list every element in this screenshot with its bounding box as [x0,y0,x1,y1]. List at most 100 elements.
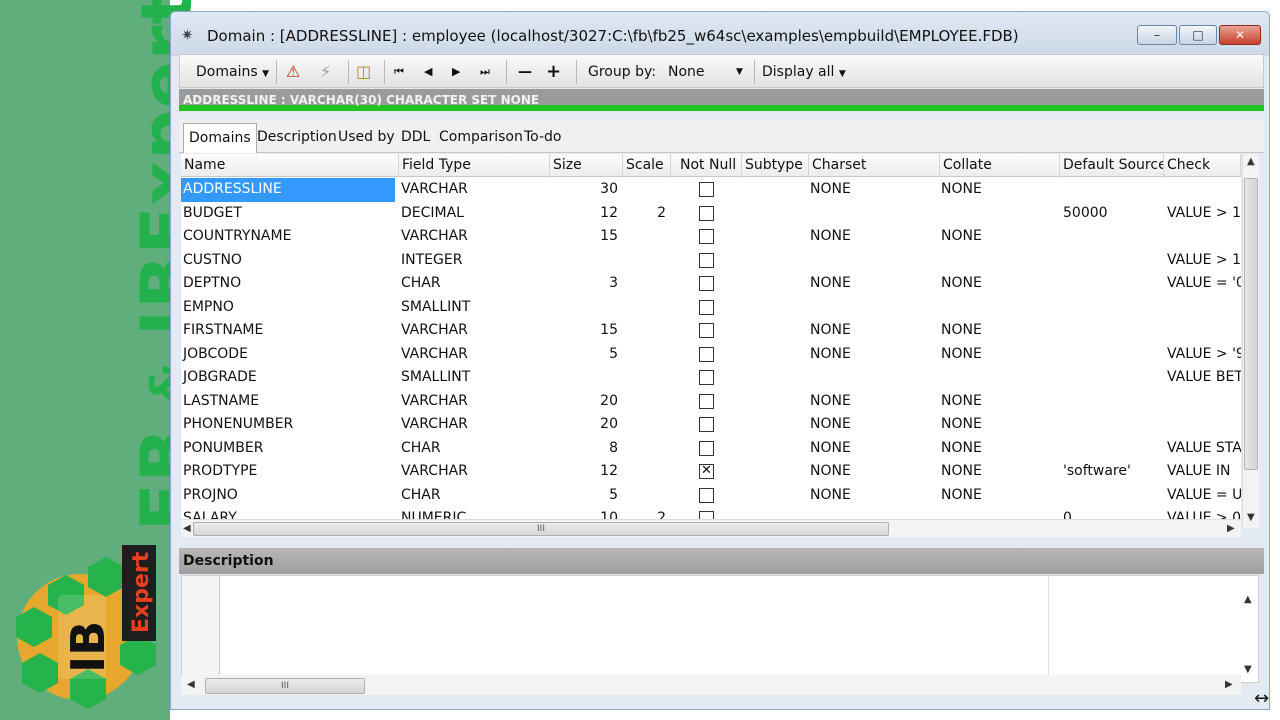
tab-todo[interactable]: To-do [524,129,562,145]
scroll-right-icon[interactable]: ▶ [1227,523,1235,534]
cell-charset[interactable]: NONE [809,225,937,249]
cell-type[interactable]: CHAR [399,484,547,508]
cell-charset[interactable]: NONE [809,460,937,484]
cell-name[interactable]: JOBCODE [181,343,395,367]
nav-prev-icon[interactable]: ◀ [424,61,432,83]
cell-scale[interactable] [623,319,666,343]
cell-scale[interactable] [623,366,666,390]
cell-type[interactable]: CHAR [399,272,547,296]
domains-dropdown[interactable]: Domains ▼ [196,61,269,83]
cell-name[interactable]: CUSTNO [181,249,395,273]
cell-size[interactable]: 5 [550,343,618,367]
scroll-up-icon[interactable]: ▲ [1247,156,1255,167]
grid-horizontal-scroll-thumb[interactable]: III [193,522,889,536]
cell-scale[interactable] [623,225,666,249]
add-record-icon[interactable]: + [546,61,561,83]
cell-scale[interactable] [623,272,666,296]
not-null-checkbox[interactable]: ✕ [699,464,714,479]
cell-size[interactable] [550,296,618,320]
table-row[interactable]: EMPNO SMALLINT [181,296,1241,320]
cell-type[interactable]: VARCHAR [399,460,547,484]
tab-domains[interactable]: Domains [183,123,257,153]
cell-type[interactable]: INTEGER [399,249,547,273]
cell-default[interactable] [1060,366,1162,390]
cell-default[interactable] [1060,249,1162,273]
tab-used-by[interactable]: Used by [338,129,395,145]
cell-size[interactable]: 12 [550,202,618,226]
scroll-down-icon[interactable]: ▼ [1247,512,1255,523]
grid-vertical-scroll-thumb[interactable] [1244,178,1258,470]
cell-check[interactable] [1164,413,1241,437]
cell-default[interactable] [1060,484,1162,508]
cell-name[interactable]: BUDGET [181,202,395,226]
group-by-select[interactable]: None ▼ [668,61,748,83]
not-null-checkbox[interactable] [699,417,714,432]
cell-default[interactable] [1060,343,1162,367]
cell-check[interactable]: VALUE IN [1164,460,1241,484]
cell-name[interactable]: JOBGRADE [181,366,395,390]
cell-type[interactable]: VARCHAR [399,178,547,202]
cell-name[interactable]: COUNTRYNAME [181,225,395,249]
cell-name[interactable]: PONUMBER [181,437,395,461]
cell-size[interactable]: 20 [550,413,618,437]
cell-check[interactable]: VALUE = UP [1164,484,1241,508]
cell-charset[interactable]: NONE [809,343,937,367]
cell-collate[interactable]: NONE [940,225,1058,249]
not-null-checkbox[interactable] [699,323,714,338]
table-row[interactable]: BUDGETDECIMAL122 50000VALUE > 10( [181,202,1241,226]
column-header-subtype[interactable]: Subtype [742,154,809,177]
stop-icon[interactable]: ⚠ [286,61,300,83]
not-null-checkbox[interactable] [699,182,714,197]
table-row[interactable]: PROJNOCHAR5 NONENONE VALUE = UP [181,484,1241,508]
cell-check[interactable] [1164,390,1241,414]
cell-type[interactable]: VARCHAR [399,343,547,367]
scroll-down-icon[interactable]: ▼ [1244,664,1252,675]
cell-collate[interactable]: NONE [940,460,1058,484]
column-header-scale[interactable]: Scale [623,154,671,177]
table-row[interactable]: LASTNAME VARCHAR 20 NONE NONE [181,390,1241,414]
cell-scale[interactable] [623,460,666,484]
cell-size[interactable]: 20 [550,390,618,414]
cell-charset[interactable] [809,249,937,273]
table-row[interactable]: PONUMBERCHAR8 NONENONE VALUE STAR [181,437,1241,461]
tab-description[interactable]: Description [257,129,337,145]
cell-check[interactable] [1164,319,1241,343]
cell-collate[interactable]: NONE [940,178,1058,202]
cell-default[interactable] [1060,319,1162,343]
cell-check[interactable] [1164,225,1241,249]
not-null-checkbox[interactable] [699,440,714,456]
table-row[interactable]: PHONENUMBER VARCHAR 20 NONE NONE [181,413,1241,437]
column-header-charset[interactable]: Charset [809,154,940,177]
cell-name[interactable]: PRODTYPE [181,460,395,484]
column-header-default-source[interactable]: Default Source [1060,154,1164,177]
cell-default[interactable] [1060,225,1162,249]
cell-charset[interactable]: NONE [809,484,937,508]
tab-comparison[interactable]: Comparison [439,129,523,145]
not-null-checkbox[interactable] [699,393,714,409]
cell-type[interactable]: DECIMAL [399,202,547,226]
cell-scale[interactable] [623,390,666,414]
nav-next-icon[interactable]: ▶ [452,61,460,83]
cell-scale[interactable] [623,249,666,273]
cell-collate[interactable]: NONE [940,319,1058,343]
cell-type[interactable]: VARCHAR [399,413,547,437]
not-null-checkbox[interactable] [699,229,714,244]
column-header-name[interactable]: Name [181,154,399,177]
cell-collate[interactable] [940,249,1058,273]
cell-charset[interactable]: NONE [809,272,937,296]
grid-horizontal-scrollbar[interactable]: ◀ III ▶ [181,519,1241,537]
cell-charset[interactable]: NONE [809,437,937,461]
cell-name[interactable]: EMPNO [181,296,395,320]
cell-check[interactable] [1164,296,1241,320]
cell-check[interactable]: VALUE = '00 [1164,272,1241,296]
cell-size[interactable]: 15 [550,319,618,343]
nav-first-icon[interactable]: ⏮ [394,61,404,83]
cell-collate[interactable] [940,202,1058,226]
cell-charset[interactable] [809,366,937,390]
description-horizontal-scrollbar[interactable]: ◀ III ▶ [181,675,1241,695]
maximize-button[interactable]: □ [1179,25,1217,45]
not-null-checkbox[interactable] [699,346,714,362]
not-null-checkbox[interactable] [699,252,714,268]
close-button[interactable]: ✕ [1219,25,1261,45]
not-null-checkbox[interactable] [699,299,714,315]
